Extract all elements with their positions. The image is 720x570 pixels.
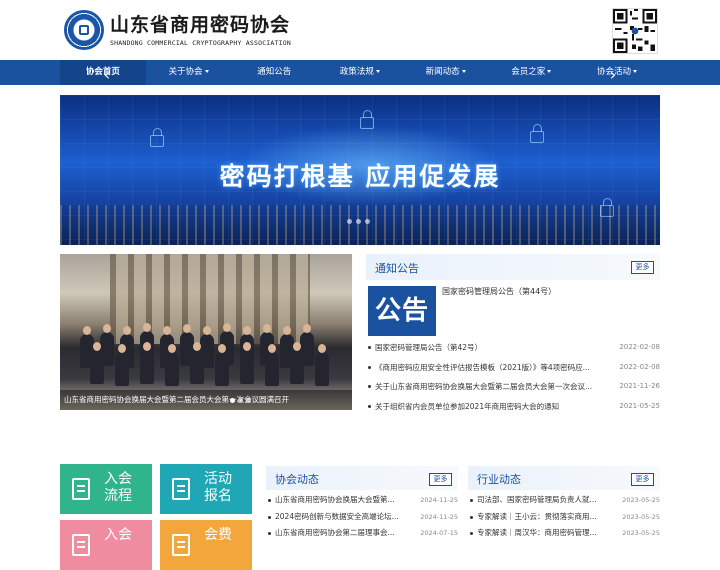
pagination-dot[interactable] [230, 398, 235, 403]
list-item[interactable]: 关于山东省商用密码协会换届大会暨第二届会员大会第一次会议... 2021-11-2… [366, 377, 660, 397]
notice-thumbnail[interactable]: 公告 [368, 286, 436, 336]
hero-banner[interactable]: 密码打根基 应用促发展 [60, 95, 660, 245]
list-item[interactable]: 关于组织省内会员单位参加2021年商用密码大会的通知 2021-05-25 [366, 397, 660, 417]
form-icon [172, 478, 190, 500]
industry-news-list: 司法部、国家密码管理局负责人就... 2023-05-25 专家解读｜王小云：贯彻… [468, 492, 660, 542]
list-item[interactable]: 专家解读｜王小云：贯彻落实商用... 2023-05-25 [468, 509, 660, 526]
chevron-down-icon [461, 70, 466, 73]
list-item[interactable]: 国家密码管理局公告（第42号） 2022-02-08 [366, 338, 660, 358]
section-title: 通知公告 [375, 262, 419, 275]
notice-list: 国家密码管理局公告（第42号） 2022-02-08 《商用密码应用安全性评估报告… [366, 338, 660, 416]
list-item[interactable]: 2024密码创新与数据安全高端论坛... 2024-11-25 [266, 509, 458, 526]
section-header: 通知公告 更多 [366, 254, 660, 280]
featured-notice-link[interactable]: 国家密码管理局公告（第44号） [442, 286, 556, 297]
event-signup-tile[interactable]: 活动报名 [160, 464, 252, 514]
association-news-more-button[interactable]: 更多 [429, 473, 452, 486]
list-item[interactable]: 山东省商用密码协会第二届理事会... 2024-07-15 [266, 525, 458, 542]
pagination-dot[interactable] [246, 398, 251, 403]
document-icon [72, 478, 90, 500]
section-title: 协会动态 [275, 473, 319, 486]
banner-next-arrow[interactable]: › [606, 66, 620, 84]
banner-city-lights [60, 205, 660, 245]
join-process-tile[interactable]: 入会流程 [60, 464, 152, 514]
site-header: 山东省商用密码协会 SHANDONG COMMERCIAL CRYPTOGRAP… [0, 0, 720, 60]
industry-news-section: 行业动态 更多 司法部、国家密码管理局负责人就... 2023-05-25 专家解… [468, 466, 660, 540]
association-news-section: 协会动态 更多 山东省商用密码协会换届大会暨第... 2024-11-25 202… [266, 466, 458, 540]
notice-more-button[interactable]: 更多 [631, 261, 654, 274]
association-logo[interactable] [64, 10, 104, 50]
list-item[interactable]: 司法部、国家密码管理局负责人就... 2023-05-25 [468, 492, 660, 509]
banner-prev-arrow[interactable]: ‹ [100, 66, 114, 84]
membership-fee-tile[interactable]: 会费 [160, 520, 252, 570]
fee-icon [172, 534, 190, 556]
industry-news-more-button[interactable]: 更多 [631, 473, 654, 486]
list-item[interactable]: 专家解读｜周汉华：商用密码管理... 2023-05-25 [468, 525, 660, 542]
pagination-dot[interactable] [347, 219, 352, 224]
section-header: 行业动态 更多 [468, 466, 660, 490]
qr-code [612, 8, 658, 54]
nav-item-policies[interactable]: 政策法规 [317, 60, 403, 85]
lock-icon [530, 124, 544, 143]
site-title[interactable]: 山东省商用密码协会 [110, 10, 290, 37]
photo-pagination [230, 398, 251, 403]
chevron-down-icon [375, 70, 380, 73]
banner-pagination [347, 219, 370, 224]
lock-icon [150, 128, 164, 147]
group-photo-carousel[interactable]: 山东省商用密码协会换届大会暨第二届会员大会第一次会议圆满召开 [60, 254, 352, 410]
join-tile[interactable]: 入会 [60, 520, 152, 570]
nav-item-about[interactable]: 关于协会 [146, 60, 232, 85]
document-icon [72, 534, 90, 556]
site-subtitle: SHANDONG COMMERCIAL CRYPTOGRAPHY ASSOCIA… [110, 39, 291, 47]
banner-slogan: 密码打根基 应用促发展 [219, 162, 501, 191]
chevron-down-icon [547, 70, 552, 73]
section-title: 行业动态 [477, 473, 521, 486]
pagination-dot[interactable] [356, 219, 361, 224]
section-header: 协会动态 更多 [266, 466, 458, 490]
pagination-dot[interactable] [365, 219, 370, 224]
chevron-down-icon [632, 70, 637, 73]
chevron-down-icon [204, 70, 209, 73]
notice-section: 通知公告 更多 公告 国家密码管理局公告（第44号） 国家密码管理局公告（第42… [366, 254, 660, 414]
list-item[interactable]: 山东省商用密码协会换届大会暨第... 2024-11-25 [266, 492, 458, 509]
pagination-dot[interactable] [238, 398, 243, 403]
photo-caption[interactable]: 山东省商用密码协会换届大会暨第二届会员大会第一次会议圆满召开 [60, 390, 352, 410]
nav-item-news[interactable]: 新闻动态 [403, 60, 489, 85]
list-item[interactable]: 《商用密码应用安全性评估报告模板（2021版）》等4项密码应... 2022-02… [366, 358, 660, 378]
lock-icon [360, 110, 374, 129]
nav-item-members[interactable]: 会员之家 [488, 60, 574, 85]
association-news-list: 山东省商用密码协会换届大会暨第... 2024-11-25 2024密码创新与数据… [266, 492, 458, 542]
nav-item-notices[interactable]: 通知公告 [231, 60, 317, 85]
